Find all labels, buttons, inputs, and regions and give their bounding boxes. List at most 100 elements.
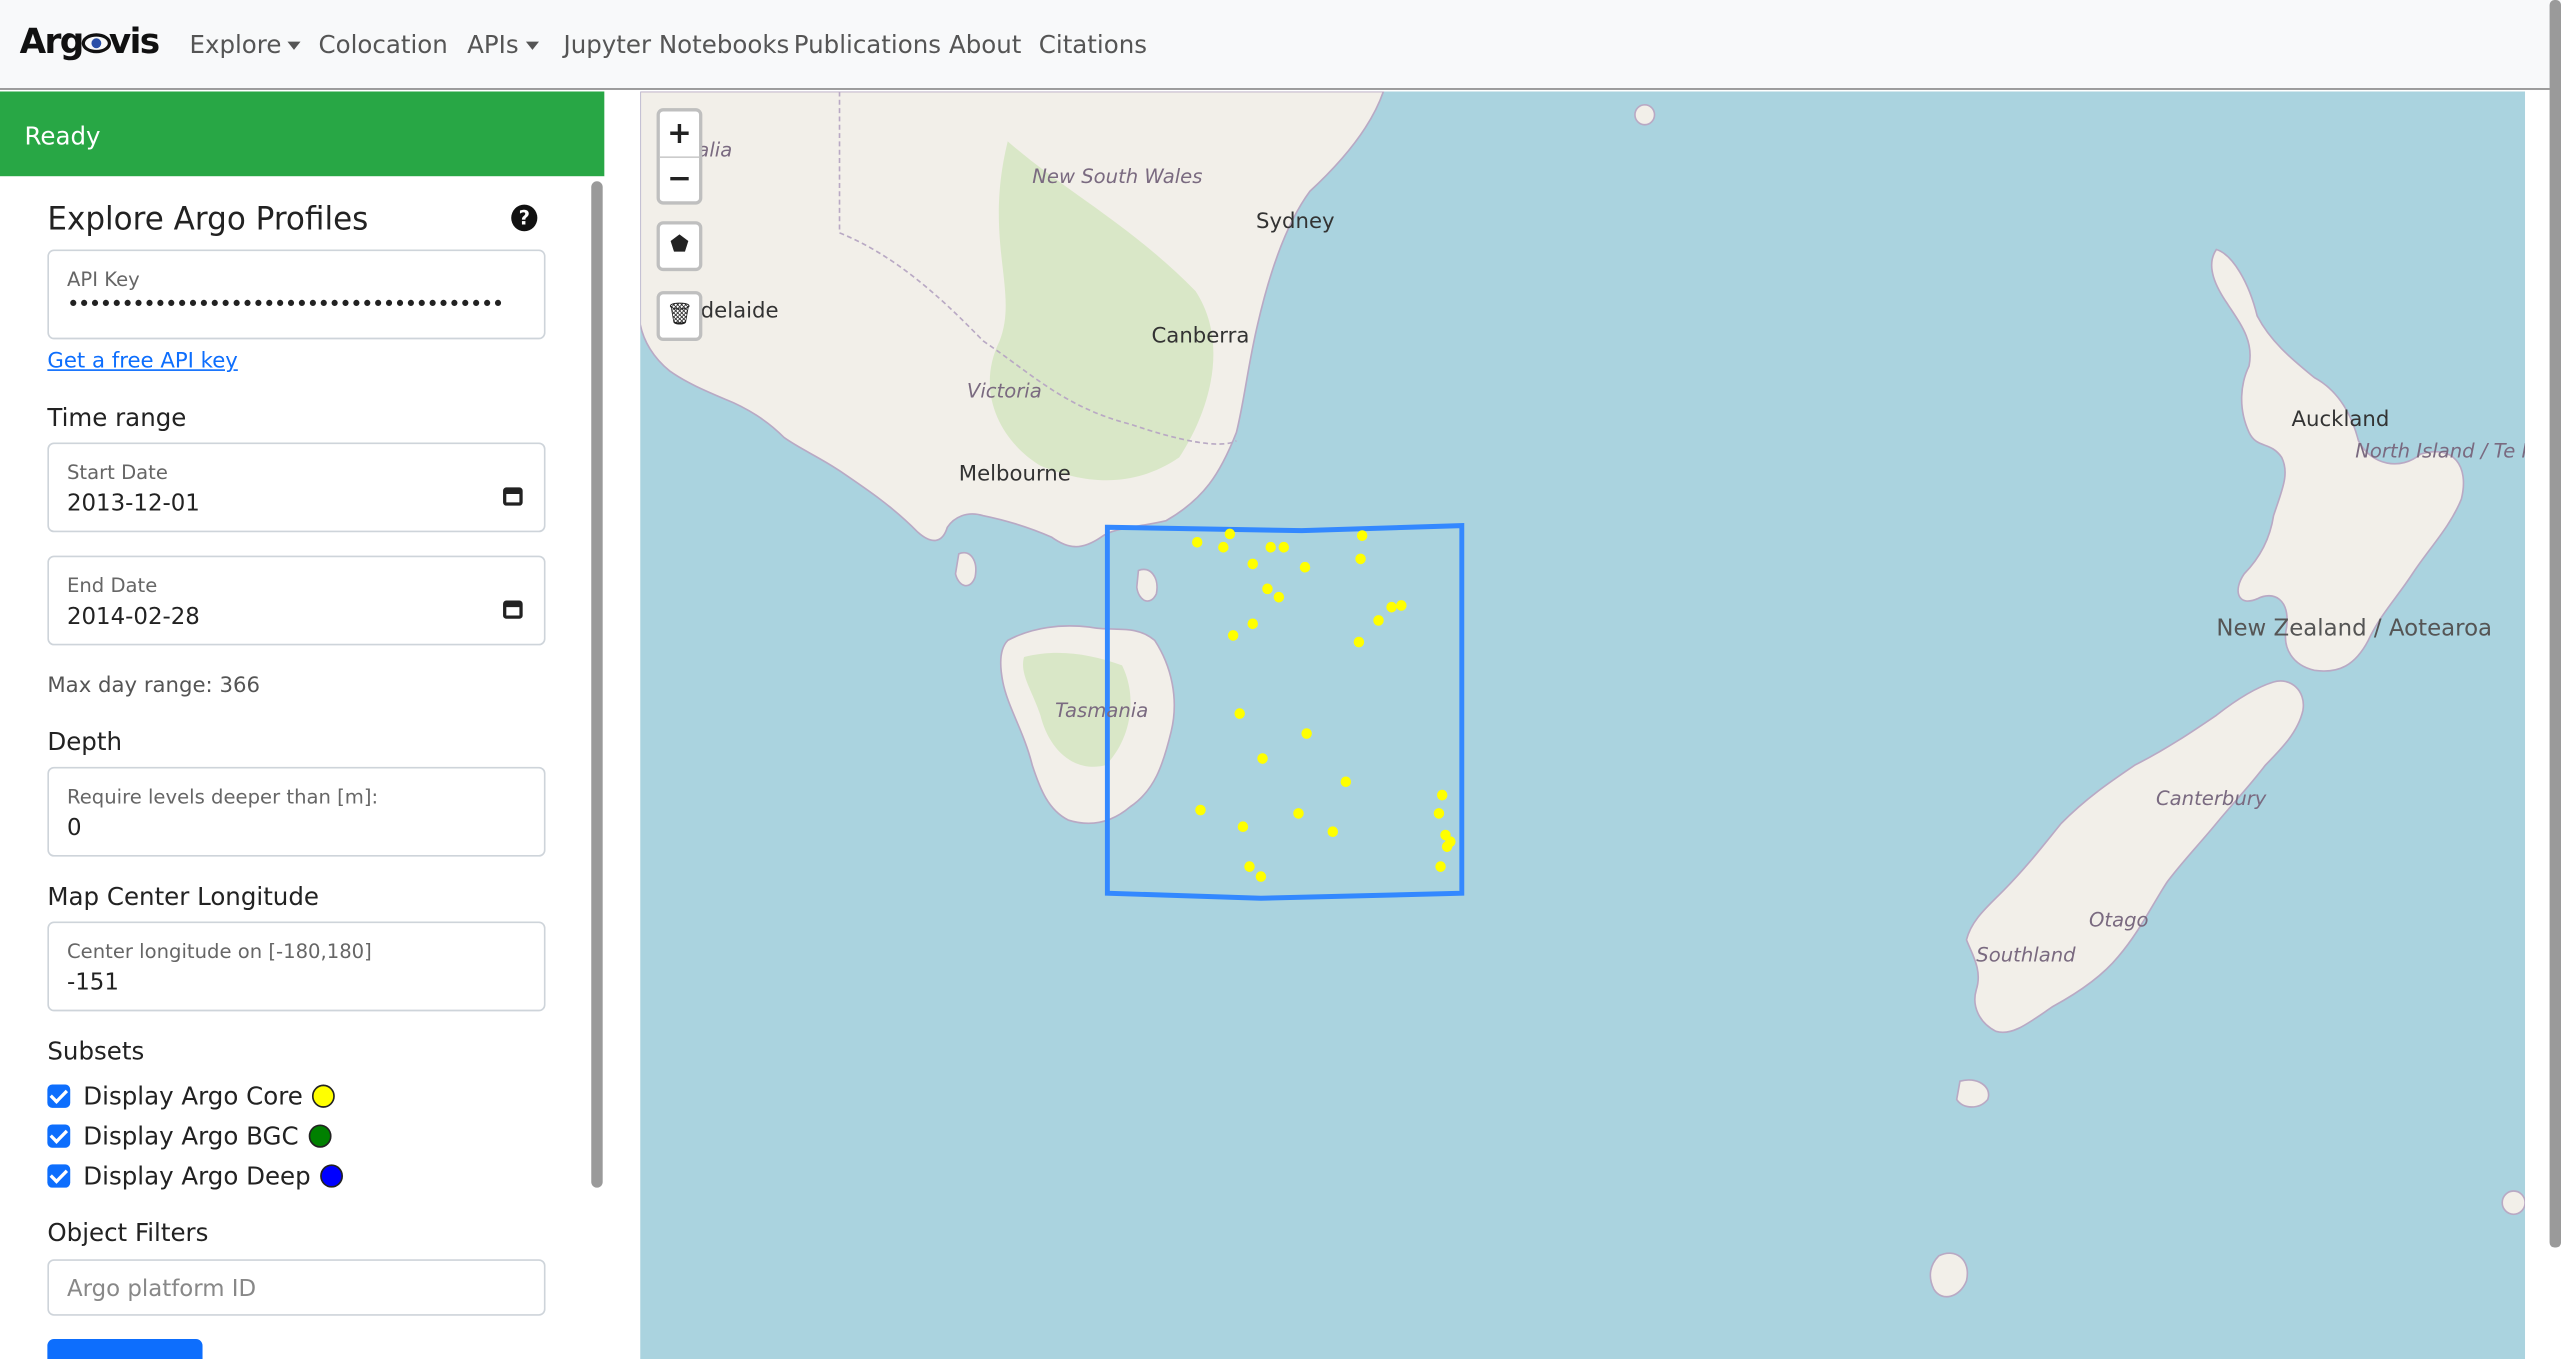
small-island — [1929, 1252, 1969, 1298]
map-label-adelaide: delaide — [700, 299, 779, 325]
nav-apis[interactable]: APIs — [467, 29, 539, 60]
api-key-value: •••••••••••••••••••••••••••••••••••••••• — [66, 292, 504, 318]
platform-id-input[interactable]: Argo platform ID — [47, 1259, 546, 1316]
map-label-sydney: Sydney — [1256, 209, 1335, 235]
status-bar: Ready — [0, 91, 605, 177]
argo-profile-marker[interactable] — [1436, 789, 1448, 801]
zoom-in-button[interactable]: + — [659, 111, 700, 159]
nav-jupyter-notebooks[interactable]: Jupyter Notebooks — [563, 30, 789, 60]
start-date-label: Start Date — [66, 460, 168, 485]
map-canvas[interactable]: ralia New South Wales Sydney Canberra de… — [640, 91, 2526, 1359]
argo-profile-marker[interactable] — [1293, 808, 1304, 819]
depth-field[interactable]: Require levels deeper than [m]: 0 — [47, 766, 546, 857]
argo-profile-marker[interactable] — [1386, 601, 1397, 613]
depth-field-label: Require levels deeper than [m]: — [66, 785, 379, 809]
bgc-checkbox[interactable] — [47, 1124, 71, 1148]
submit-button[interactable] — [47, 1339, 203, 1359]
nav-citations[interactable]: Citations — [1039, 30, 1147, 60]
map-label-north-island: North Island / Te Ika-a-Māui — [2355, 439, 2525, 463]
argo-profile-marker[interactable] — [1301, 728, 1312, 739]
argo-profile-marker[interactable] — [1441, 841, 1453, 852]
islet — [2501, 1190, 2526, 1216]
center-longitude-label: Center longitude on [-180,180] — [66, 939, 372, 964]
argo-profile-marker[interactable] — [1265, 541, 1276, 553]
argo-profile-marker[interactable] — [1355, 553, 1366, 565]
calendar-icon[interactable] — [503, 600, 523, 619]
depth-label: Depth — [47, 726, 123, 757]
argo-profile-marker[interactable] — [1433, 808, 1445, 819]
eye-icon — [81, 33, 111, 54]
argo-profile-marker[interactable] — [1255, 871, 1267, 882]
start-date-field[interactable]: Start Date 2013-12-01 — [47, 442, 546, 533]
argo-profile-marker[interactable] — [1396, 600, 1407, 611]
deep-checkbox[interactable] — [47, 1164, 71, 1188]
map-label-canberra: Canberra — [1151, 324, 1250, 350]
argo-profile-marker[interactable] — [1273, 591, 1285, 603]
argo-profile-marker[interactable] — [1237, 821, 1249, 833]
argo-profile-marker[interactable] — [1353, 636, 1365, 648]
zoom-out-button[interactable]: − — [660, 156, 699, 201]
argo-profile-marker[interactable] — [1247, 618, 1258, 630]
argo-profile-marker[interactable] — [1435, 861, 1446, 872]
center-longitude-field[interactable]: Center longitude on [-180,180] -151 — [47, 921, 546, 1012]
islet — [1634, 103, 1656, 126]
nav-explore[interactable]: Explore — [189, 30, 302, 60]
caret-down-icon — [525, 41, 539, 50]
argovis-logo[interactable]: Arg vis — [20, 22, 161, 62]
delete-shapes-button[interactable]: 🗑 — [656, 291, 703, 341]
argo-profile-marker[interactable] — [1262, 583, 1273, 595]
zoom-control: + − — [656, 108, 703, 205]
south-island-landmass — [1965, 680, 2305, 1034]
end-date-field[interactable]: End Date 2014-02-28 — [47, 555, 546, 646]
bgc-color-swatch — [308, 1123, 332, 1147]
argo-profile-marker[interactable] — [1227, 630, 1239, 641]
deep-color-swatch — [320, 1163, 344, 1187]
calendar-icon[interactable] — [503, 487, 523, 506]
app-viewport: Arg vis Explore Colocation APIs Jupyter N… — [0, 0, 2561, 1359]
map-label-victoria: Victoria — [966, 379, 1042, 403]
api-key-field[interactable]: API Key ••••••••••••••••••••••••••••••••… — [47, 249, 546, 340]
time-range-label: Time range — [47, 402, 187, 433]
platform-id-placeholder: Argo platform ID — [66, 1275, 257, 1303]
argo-profile-marker[interactable] — [1278, 541, 1290, 553]
caret-down-icon — [287, 41, 302, 50]
draw-polygon-button[interactable]: ⬟ — [656, 221, 703, 272]
core-checkbox[interactable] — [47, 1084, 71, 1108]
map-tiles — [640, 91, 2526, 1298]
argo-profile-marker[interactable] — [1244, 861, 1255, 872]
argo-profile-marker[interactable] — [1195, 804, 1206, 816]
end-date-value: 2014-02-28 — [66, 603, 200, 631]
trash-icon: 🗑 — [665, 302, 693, 328]
map-label-southland: Southland — [1976, 943, 2076, 967]
argo-profile-marker[interactable] — [1257, 753, 1268, 764]
argo-profile-marker[interactable] — [1218, 541, 1229, 553]
profiles-layer — [1191, 528, 1456, 882]
pentagon-icon: ⬟ — [670, 232, 689, 258]
nav-apis-label: APIs — [467, 29, 519, 60]
core-label: Display Argo Core — [83, 1081, 303, 1112]
help-icon[interactable]: ? — [511, 204, 538, 232]
argo-profile-marker[interactable] — [1373, 615, 1384, 626]
page-scrollbar[interactable] — [2549, 0, 2561, 1248]
api-key-label: API Key — [66, 267, 140, 292]
argo-profile-marker[interactable] — [1234, 708, 1245, 719]
map-center-label: Map Center Longitude — [47, 881, 319, 912]
depth-value: 0 — [66, 815, 82, 842]
nav-publications[interactable]: Publications — [794, 30, 941, 60]
top-navbar: Arg vis Explore Colocation APIs Jupyter N… — [0, 0, 2561, 90]
argo-profile-marker[interactable] — [1356, 530, 1368, 541]
argo-profile-marker[interactable] — [1327, 826, 1338, 838]
get-api-key-link[interactable]: Get a free API key — [47, 349, 237, 374]
argo-profile-marker[interactable] — [1191, 536, 1203, 548]
object-filters-label: Object Filters — [47, 1217, 209, 1248]
nav-about[interactable]: About — [949, 30, 1021, 60]
argo-profile-marker[interactable] — [1340, 776, 1352, 788]
argo-profile-marker[interactable] — [1299, 561, 1311, 573]
argo-profile-marker[interactable] — [1224, 528, 1236, 540]
nav-colocation[interactable]: Colocation — [318, 30, 447, 60]
king-island — [954, 551, 977, 587]
sidebar-scrollbar[interactable] — [591, 181, 603, 1188]
argo-profile-marker[interactable] — [1247, 558, 1258, 570]
control-panel: Explore Argo Profiles ? API Key ••••••••… — [0, 176, 605, 1359]
map-label-nsw: New South Wales — [1032, 164, 1203, 188]
